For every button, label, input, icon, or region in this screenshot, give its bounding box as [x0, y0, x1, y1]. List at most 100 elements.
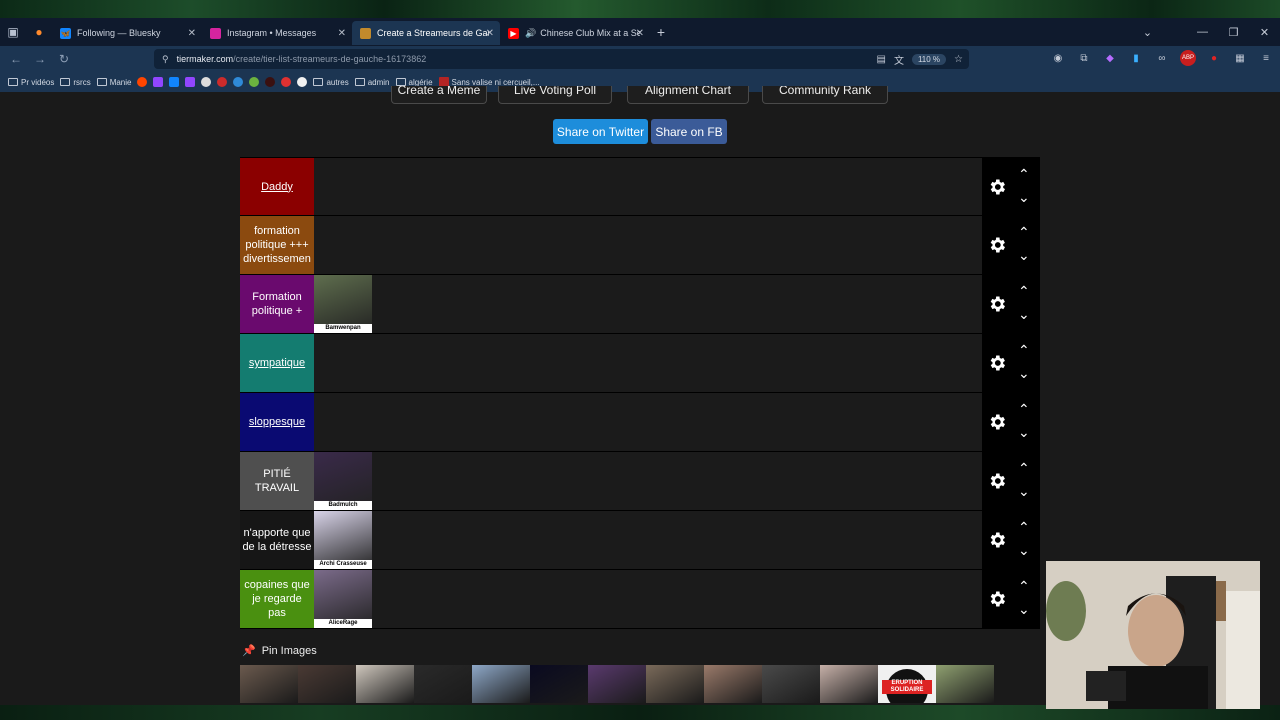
- tier-label[interactable]: sympatique: [240, 334, 314, 392]
- extension-grid-icon[interactable]: ▦: [1232, 50, 1248, 66]
- restore-button[interactable]: ❐: [1218, 26, 1249, 39]
- tier-item-image[interactable]: Bamwenpan: [314, 275, 372, 333]
- chevron-down-icon[interactable]: ⌄: [1018, 189, 1030, 206]
- pool-image[interactable]: [936, 665, 994, 703]
- chevron-up-icon[interactable]: ⌃: [1018, 166, 1030, 183]
- pool-image[interactable]: [356, 665, 414, 703]
- minimize-button[interactable]: —: [1187, 26, 1218, 38]
- gear-icon[interactable]: [987, 294, 1007, 314]
- close-tab-icon[interactable]: ✕: [188, 28, 196, 39]
- bookmark-star-icon[interactable]: ☆: [954, 54, 963, 65]
- create-meme-button[interactable]: Create a Meme: [391, 86, 487, 104]
- gear-icon[interactable]: [987, 589, 1007, 609]
- pool-image[interactable]: [646, 665, 704, 703]
- close-tab-icon[interactable]: ✕: [338, 28, 346, 39]
- tier-label[interactable]: Daddy: [240, 158, 314, 215]
- extension-blue-icon[interactable]: ▮: [1128, 50, 1144, 66]
- chevron-up-icon[interactable]: ⌃: [1018, 283, 1030, 300]
- pool-image[interactable]: [588, 665, 646, 703]
- chevron-down-icon[interactable]: ⌄: [1018, 424, 1030, 441]
- tier-items[interactable]: Archi Crasseuse: [314, 511, 982, 569]
- chevron-up-icon[interactable]: ⌃: [1018, 224, 1030, 241]
- close-window-button[interactable]: ✕: [1249, 26, 1280, 39]
- share-twitter-button[interactable]: Share on Twitter: [553, 119, 648, 144]
- live-voting-poll-button[interactable]: Live Voting Poll: [498, 86, 612, 104]
- tier-label[interactable]: Formation politique +: [240, 275, 314, 333]
- tier-items[interactable]: Bamwenpan: [314, 275, 982, 333]
- url-bar[interactable]: ⚲ tiermaker.com /create/tier-list-stream…: [154, 49, 969, 69]
- tier-label[interactable]: sloppesque: [240, 393, 314, 451]
- gear-icon[interactable]: [987, 235, 1007, 255]
- pool-image[interactable]: [704, 665, 762, 703]
- chevron-down-icon[interactable]: ⌄: [1018, 542, 1030, 559]
- tab-list-chevron-icon[interactable]: ⌄: [1132, 26, 1163, 39]
- extension-glasses-icon[interactable]: ∞: [1154, 50, 1170, 66]
- extensions-icon[interactable]: ⧉: [1076, 50, 1092, 66]
- chevron-up-icon[interactable]: ⌃: [1018, 578, 1030, 595]
- zoom-level[interactable]: 110 %: [911, 53, 947, 65]
- pool-image[interactable]: [530, 665, 588, 703]
- chevron-down-icon[interactable]: ⌄: [1018, 306, 1030, 323]
- tier-item-image[interactable]: Badmulch: [314, 452, 372, 510]
- chevron-down-icon[interactable]: ⌄: [1018, 601, 1030, 618]
- speaker-icon[interactable]: 🔊: [525, 28, 536, 39]
- new-tab-button[interactable]: +: [650, 24, 672, 40]
- translate-icon[interactable]: 文: [894, 52, 904, 67]
- tier-label[interactable]: n'apporte que de la détresse: [240, 511, 314, 569]
- chevron-up-icon[interactable]: ⌃: [1018, 401, 1030, 418]
- extension-red-icon[interactable]: ●: [1206, 50, 1222, 66]
- forward-button[interactable]: →: [28, 52, 52, 66]
- chevron-down-icon[interactable]: ⌄: [1018, 483, 1030, 500]
- gear-icon[interactable]: [987, 353, 1007, 373]
- tab-bluesky[interactable]: 🦋 Following — Bluesky ✕: [52, 21, 202, 45]
- gear-icon[interactable]: [987, 412, 1007, 432]
- pool-image[interactable]: [414, 665, 472, 703]
- pool-image[interactable]: ERUPTION SOLIDAIRE: [878, 665, 936, 703]
- reader-view-icon[interactable]: ▤: [876, 54, 885, 65]
- tier-label[interactable]: formation politique +++ divertissemen: [240, 216, 314, 274]
- chevron-up-icon[interactable]: ⌃: [1018, 342, 1030, 359]
- reload-button[interactable]: ↻: [52, 52, 76, 66]
- tier-items[interactable]: [314, 158, 982, 215]
- tab-tiermaker[interactable]: Create a Streameurs de Gauche ✕: [352, 21, 500, 45]
- alignment-chart-button[interactable]: Alignment Chart: [627, 86, 749, 104]
- tier-items[interactable]: Badmulch: [314, 452, 982, 510]
- chevron-up-icon[interactable]: ⌃: [1018, 519, 1030, 536]
- folder-icon: [60, 78, 71, 86]
- tier-items[interactable]: [314, 334, 982, 392]
- pool-image[interactable]: [298, 665, 356, 703]
- chevron-up-icon[interactable]: ⌃: [1018, 460, 1030, 477]
- gear-icon[interactable]: [987, 177, 1007, 197]
- pin-images-toggle[interactable]: 📌 Pin Images: [242, 644, 317, 658]
- pool-image[interactable]: [762, 665, 820, 703]
- gear-icon[interactable]: [987, 530, 1007, 550]
- account-icon[interactable]: ◉: [1050, 50, 1066, 66]
- tier-items[interactable]: AliceRage: [314, 570, 982, 628]
- pool-image[interactable]: [240, 665, 298, 703]
- tier-label[interactable]: PITIÉ TRAVAIL: [240, 452, 314, 510]
- gear-icon[interactable]: [987, 471, 1007, 491]
- share-fb-button[interactable]: Share on FB: [651, 119, 727, 144]
- community-rank-button[interactable]: Community Rank: [762, 86, 888, 104]
- tier-label[interactable]: copaines que je regarde pas: [240, 570, 314, 628]
- menu-icon[interactable]: ≡: [1258, 50, 1274, 66]
- tab-youtube[interactable]: ▶ 🔊 Chinese Club Mix at a Senio ✕: [500, 21, 650, 45]
- close-tab-icon[interactable]: ✕: [486, 28, 494, 39]
- tab-instagram[interactable]: Instagram • Messages ✕: [202, 21, 352, 45]
- firefox-menu-icon[interactable]: ●: [26, 18, 52, 46]
- chevron-down-icon[interactable]: ⌄: [1018, 247, 1030, 264]
- extension-purple-icon[interactable]: ◆: [1102, 50, 1118, 66]
- pool-image[interactable]: [472, 665, 530, 703]
- close-tab-icon[interactable]: ✕: [636, 28, 644, 39]
- tier-item-image[interactable]: AliceRage: [314, 570, 372, 628]
- tier-items[interactable]: [314, 393, 982, 451]
- pin-icon: 📌: [242, 645, 256, 657]
- back-button[interactable]: ←: [4, 52, 28, 66]
- tier-items[interactable]: [314, 216, 982, 274]
- tier-item-image[interactable]: Archi Crasseuse: [314, 511, 372, 569]
- chevron-down-icon[interactable]: ⌄: [1018, 365, 1030, 382]
- adblock-icon[interactable]: ABP: [1180, 50, 1196, 66]
- pool-image[interactable]: [820, 665, 878, 703]
- site-info-icon[interactable]: ⚲: [162, 54, 169, 65]
- tab-overview-button[interactable]: ▣: [0, 18, 26, 46]
